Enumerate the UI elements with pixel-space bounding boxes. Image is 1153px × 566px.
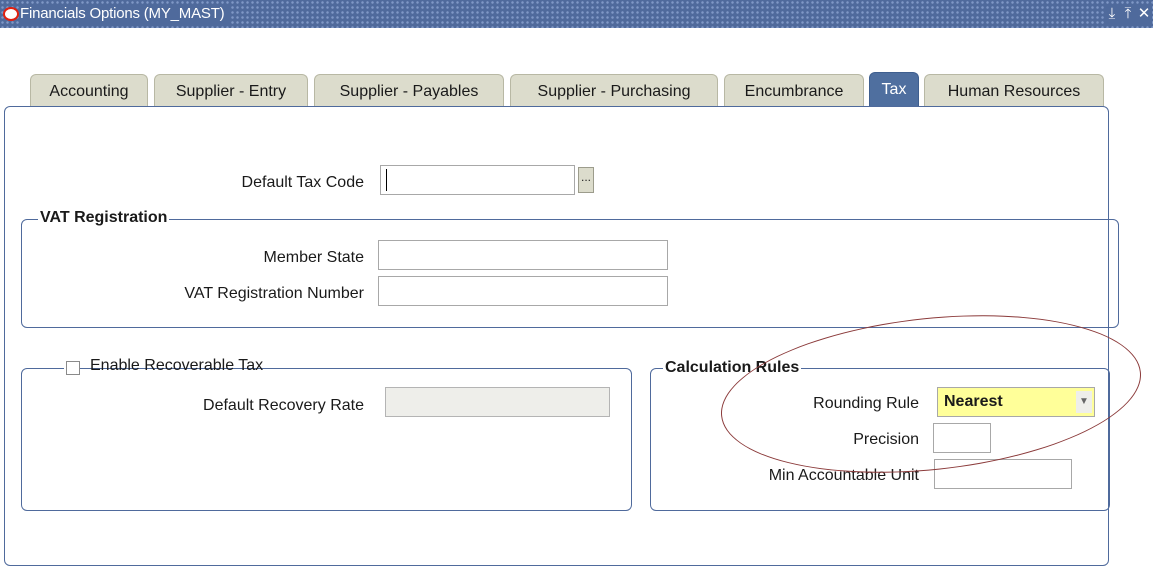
rounding-rule-label: Rounding Rule	[813, 395, 919, 412]
oracle-logo-icon	[3, 7, 19, 21]
text-cursor	[386, 169, 387, 191]
vat-registration-number-field[interactable]	[378, 276, 668, 306]
tab-tax[interactable]: Tax	[869, 72, 919, 106]
rounding-rule-select[interactable]: Nearest ▼	[937, 387, 1095, 417]
window-title: Financials Options (MY_MAST)	[20, 4, 231, 24]
default-tax-code-label: Default Tax Code	[241, 174, 364, 191]
vat-registration-group	[21, 219, 1119, 328]
member-state-label: Member State	[263, 249, 364, 266]
default-recovery-rate-field	[385, 387, 610, 417]
maximize-icon[interactable]: ⤒	[1120, 4, 1136, 24]
tab-supplier-entry[interactable]: Supplier - Entry	[154, 74, 308, 106]
tab-accounting[interactable]: Accounting	[30, 74, 148, 106]
lov-button[interactable]: ...	[578, 167, 594, 193]
default-recovery-rate-label: Default Recovery Rate	[203, 397, 364, 414]
tab-human-resources[interactable]: Human Resources	[924, 74, 1104, 106]
tab-supplier-payables[interactable]: Supplier - Payables	[314, 74, 504, 106]
precision-label: Precision	[853, 431, 919, 448]
min-accountable-unit-field[interactable]	[934, 459, 1072, 489]
calculation-rules-title: Calculation Rules	[663, 359, 802, 377]
vat-registration-number-label: VAT Registration Number	[184, 285, 364, 302]
tab-supplier-purchasing[interactable]: Supplier - Purchasing	[510, 74, 718, 106]
close-icon[interactable]: ✕	[1136, 4, 1152, 24]
enable-recoverable-tax-checkbox[interactable]	[66, 361, 80, 375]
recoverable-tax-header: Enable Recoverable Tax	[64, 357, 263, 379]
precision-field[interactable]	[933, 423, 991, 453]
min-accountable-unit-label: Min Accountable Unit	[768, 467, 919, 484]
window-titlebar: Financials Options (MY_MAST) ⤓ ⤒ ✕	[0, 0, 1153, 28]
default-tax-code-field[interactable]	[380, 165, 575, 195]
minimize-icon[interactable]: ⤓	[1104, 4, 1120, 24]
member-state-field[interactable]	[378, 240, 668, 270]
enable-recoverable-tax-label[interactable]: Enable Recoverable Tax	[90, 357, 263, 375]
rounding-rule-value: Nearest	[944, 393, 1003, 410]
chevron-down-icon[interactable]: ▼	[1076, 391, 1092, 413]
tab-encumbrance[interactable]: Encumbrance	[724, 74, 864, 106]
vat-registration-title: VAT Registration	[38, 209, 170, 227]
